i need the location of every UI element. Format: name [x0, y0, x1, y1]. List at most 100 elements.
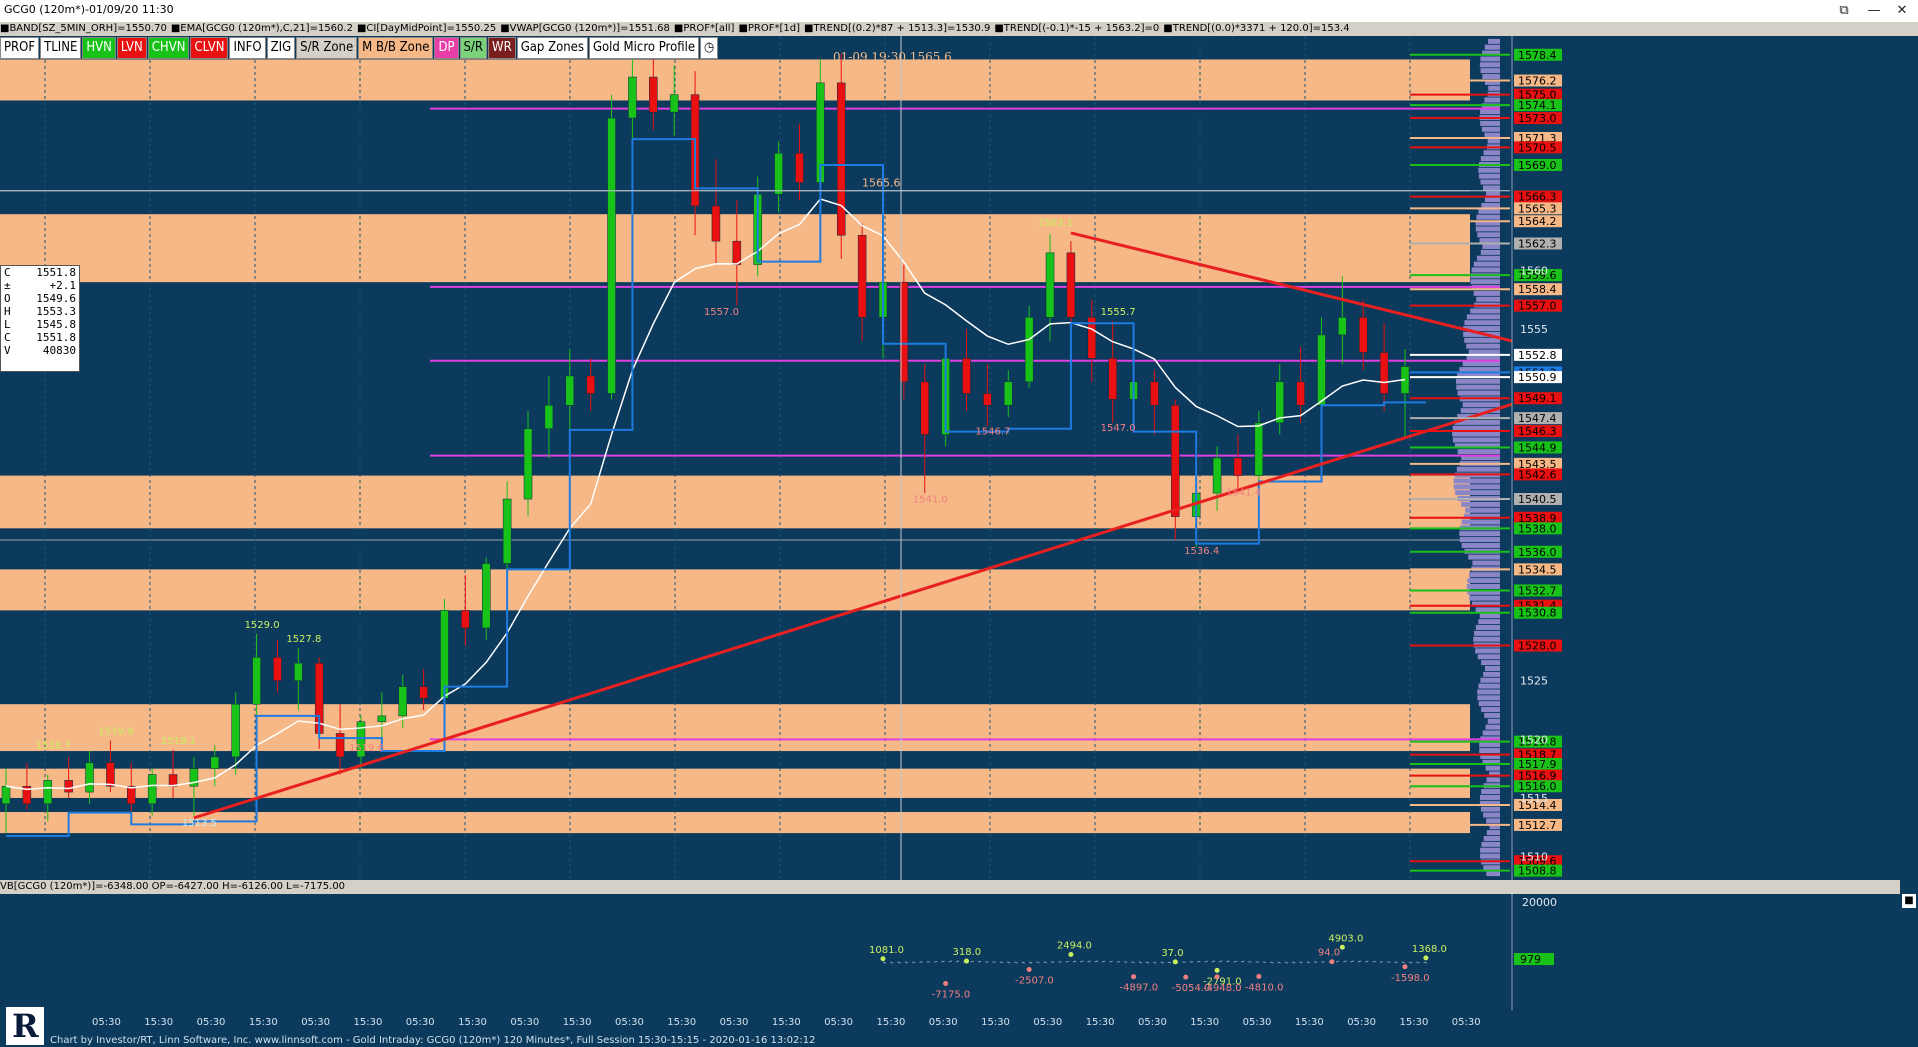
- study-legend-item[interactable]: ■PROF*[all]: [674, 23, 735, 34]
- profile-bar: [1480, 853, 1500, 859]
- chart-toolbar: PROF TLINE HVN LVN CHVN CLVN INFO ZIG S/R Zone M …: [0, 37, 719, 59]
- candle-body: [1, 785, 11, 805]
- toolbar-button--[interactable]: ◷: [700, 37, 719, 59]
- x-tick-label: 05:30: [615, 1017, 644, 1028]
- candle-body: [1171, 405, 1180, 517]
- profile-bar: [1461, 519, 1500, 525]
- toolbar-button-gold-micro-profile[interactable]: Gold Micro Profile: [588, 37, 700, 59]
- maximize-panel-button[interactable]: ■: [1902, 894, 1916, 908]
- toolbar-button-zig[interactable]: ZIG: [266, 37, 296, 59]
- profile-bar: [1480, 179, 1500, 185]
- profile-bar: [1459, 367, 1500, 373]
- minimize-icon[interactable]: —: [1860, 1, 1888, 21]
- candle-body: [983, 393, 992, 406]
- profile-bar: [1464, 320, 1500, 326]
- profile-bar: [1486, 871, 1500, 877]
- volume-balance-panel[interactable]: 1081.0 -7175.0 318.0 -2507.0 2494.0 -4897.0 37…: [0, 880, 1900, 1032]
- profile-bar: [1474, 630, 1500, 636]
- study-legend-item[interactable]: ■BAND[SZ_5MIN_ORH]=1550.70: [0, 23, 167, 34]
- profile-bar: [1456, 466, 1500, 472]
- study-legend-item[interactable]: ■CI[DayMidPoint]=1550.25: [357, 23, 496, 34]
- toolbar-button-hvn[interactable]: HVN: [82, 37, 116, 59]
- toolbar-button-prof[interactable]: PROF: [0, 37, 40, 59]
- restore-icon[interactable]: ⧉: [1830, 1, 1858, 21]
- vb-value-label: -2507.0: [1015, 976, 1054, 987]
- profile-bar: [1478, 701, 1500, 707]
- profile-bar: [1480, 109, 1500, 115]
- toolbar-button-s-r[interactable]: S/R: [459, 37, 487, 59]
- toolbar-button-wr[interactable]: WR: [488, 37, 516, 59]
- profile-bar: [1480, 847, 1500, 853]
- study-legend-item[interactable]: ■TREND[(0.0)*3371 + 120.0]=153.4: [1163, 23, 1349, 34]
- price-tag-label: 1565.3: [1518, 202, 1557, 215]
- vb-point: [1068, 952, 1074, 958]
- ohlc-value: 1551.8: [36, 331, 76, 344]
- candle-body: [1108, 358, 1117, 400]
- toolbar-button-info[interactable]: INFO: [229, 37, 266, 59]
- study-legend-item[interactable]: ■PROF*[1d]: [738, 23, 800, 34]
- price-axis-background: [1512, 36, 1900, 880]
- window-title: GCG0 (120m*)-01/09/20 11:30: [4, 3, 174, 16]
- price-annotation: 1547.0: [1101, 423, 1136, 434]
- price-tag-label: 1512.7: [1518, 819, 1557, 832]
- x-tick-label: 15:30: [1086, 1017, 1115, 1028]
- candle-body: [294, 662, 303, 681]
- profile-bar: [1479, 748, 1500, 754]
- toolbar-button-tline[interactable]: TLINE: [40, 37, 82, 59]
- price-tag-label: 1542.6: [1518, 468, 1557, 481]
- y-tick-label: 1560: [1520, 264, 1548, 277]
- x-tick-label: 05:30: [1243, 1017, 1272, 1028]
- profile-bar: [1481, 841, 1500, 847]
- ohlc-row: C 1551.8: [1, 266, 79, 279]
- profile-bar: [1464, 337, 1500, 343]
- price-tag-label: 1576.2: [1518, 75, 1557, 88]
- candle-body: [920, 381, 929, 435]
- profile-bar: [1470, 308, 1500, 314]
- candle-body: [628, 76, 637, 119]
- price-tag-label: 1546.3: [1518, 425, 1557, 438]
- ohlc-row: ± +2.1: [1, 279, 79, 292]
- vb-dash: [999, 961, 1004, 964]
- price-tag-label: 1578.4: [1518, 49, 1557, 62]
- candle-body: [1212, 457, 1222, 494]
- price-chart[interactable]: 1557.0 1541.0 1546.7 1547.0 1536.4 1541.4 1529…: [0, 36, 1900, 880]
- close-icon[interactable]: ✕: [1888, 1, 1916, 21]
- price-annotation: 1555.7: [1101, 307, 1136, 318]
- study-legend-item[interactable]: ■VWAP[GCG0 (120m*)]=1551.68: [500, 23, 670, 34]
- profile-bar: [1456, 378, 1500, 384]
- vb-point: [1172, 959, 1178, 965]
- profile-bar: [1475, 624, 1500, 630]
- toolbar-button-gap-zones[interactable]: Gap Zones: [516, 37, 588, 59]
- candle-body: [1150, 381, 1159, 406]
- y-tick-label: 1510: [1520, 851, 1548, 864]
- vb-point: [1131, 974, 1137, 980]
- profile-bar: [1471, 267, 1500, 273]
- profile-bar: [1475, 648, 1500, 654]
- vb-dash: [1394, 961, 1398, 964]
- candle-body: [711, 205, 721, 242]
- bb-zone: [0, 768, 1470, 798]
- profile-bar: [1477, 232, 1500, 238]
- x-tick-label: 15:30: [667, 1017, 696, 1028]
- candle-body: [962, 358, 971, 394]
- toolbar-button-chvn[interactable]: CHVN: [147, 37, 190, 59]
- price-tag-label: 1574.1: [1518, 99, 1557, 112]
- toolbar-button-s-r-zone[interactable]: S/R Zone: [296, 37, 358, 59]
- candle-body: [210, 756, 220, 769]
- profile-bar: [1480, 120, 1500, 126]
- toolbar-button-lvn[interactable]: LVN: [116, 37, 147, 59]
- y-tick-label: 1525: [1520, 675, 1548, 688]
- profile-bar: [1481, 660, 1500, 666]
- price-tag-label: 1550.9: [1518, 371, 1557, 384]
- price-tag-label: 1552.8: [1518, 349, 1557, 362]
- vb-value-label: -4897.0: [1120, 983, 1159, 994]
- study-legend-item[interactable]: ■EMA[GCG0 (120m*),C,21]=1560.2: [171, 23, 353, 34]
- toolbar-button-dp[interactable]: DP: [434, 37, 459, 59]
- profile-bar: [1455, 490, 1500, 496]
- study-legend-item[interactable]: ■TREND[(0.2)*87 + 1513.3]=1530.9: [804, 23, 990, 34]
- toolbar-button-clvn[interactable]: CLVN: [190, 37, 229, 59]
- study-legend-item[interactable]: ■TREND[(-0.1)*-15 + 1563.2]=0: [994, 23, 1159, 34]
- toolbar-button-m-b-b-zone[interactable]: M B/B Zone: [358, 37, 434, 59]
- price-tag-label: 1549.1: [1518, 392, 1557, 405]
- vb-point: [964, 958, 970, 964]
